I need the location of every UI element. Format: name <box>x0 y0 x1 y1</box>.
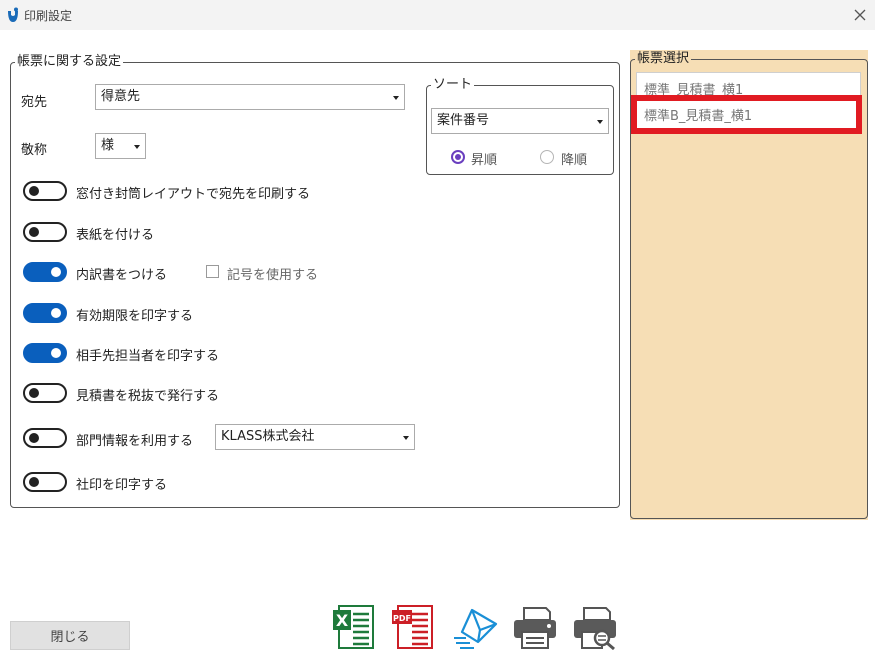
toggle-cover-page-label: 表紙を付ける <box>76 228 155 243</box>
chevron-down-icon <box>393 96 399 100</box>
window-title: 印刷設定 <box>24 9 73 23</box>
print-preview-icon[interactable] <box>572 602 618 650</box>
use-symbols-checkbox[interactable] <box>206 265 219 278</box>
sort-select-value: 案件番号 <box>437 113 490 128</box>
recipient-label: 宛先 <box>21 95 48 110</box>
toggle-cover-page[interactable] <box>23 222 67 242</box>
honorific-label: 敬称 <box>21 143 48 158</box>
toggle-company-seal-label: 社印を印字する <box>76 478 168 493</box>
toggle-department-info[interactable] <box>23 428 67 448</box>
toggle-tax-excluded[interactable] <box>23 383 67 403</box>
printer-icon[interactable] <box>512 602 558 650</box>
recipient-select-value: 得意先 <box>101 89 141 104</box>
toggle-knob <box>29 433 39 443</box>
toggle-contact-person[interactable] <box>23 343 67 363</box>
toggle-knob <box>29 388 39 398</box>
toggle-knob <box>29 227 39 237</box>
descending-radio[interactable] <box>540 150 554 164</box>
svg-text:PDF: PDF <box>393 614 411 623</box>
pdf-export-icon[interactable]: PDF <box>390 602 436 650</box>
use-symbols-label: 記号を使用する <box>227 268 319 283</box>
honorific-select[interactable]: 様 <box>95 133 146 159</box>
ascending-radio[interactable] <box>451 150 465 164</box>
toggle-knob <box>51 348 61 358</box>
recipient-select[interactable]: 得意先 <box>95 84 405 110</box>
svg-text:X: X <box>336 611 349 630</box>
toggle-window-envelope[interactable] <box>23 181 67 201</box>
toggle-expiry-date[interactable] <box>23 303 67 323</box>
mail-send-icon[interactable] <box>452 602 498 650</box>
form-select-legend: 帳票選択 <box>637 51 690 66</box>
chevron-down-icon <box>134 145 140 149</box>
sort-select[interactable]: 案件番号 <box>431 108 609 134</box>
close-icon <box>854 9 866 21</box>
toggle-breakdown-label: 内訳書をつける <box>76 268 168 283</box>
department-select-value: KLASS株式会社 <box>221 429 315 444</box>
close-button[interactable]: 閉じる <box>10 621 130 650</box>
toggle-knob <box>51 308 61 318</box>
toggle-company-seal[interactable] <box>23 472 67 492</box>
title-bar: 印刷設定 <box>0 0 875 30</box>
sort-group-legend: ソート <box>433 77 473 92</box>
honorific-select-value: 様 <box>101 138 115 153</box>
chevron-down-icon <box>597 120 603 124</box>
toggle-contact-person-label: 相手先担当者を印字する <box>76 349 220 364</box>
toggle-window-envelope-label: 窓付き封筒レイアウトで宛先を印刷する <box>76 187 311 202</box>
chevron-down-icon <box>403 436 409 440</box>
excel-export-icon[interactable]: X <box>331 602 377 650</box>
toggle-knob <box>29 186 39 196</box>
toggle-tax-excluded-label: 見積書を税抜で発行する <box>76 389 220 404</box>
toggle-department-info-label: 部門情報を利用する <box>76 434 194 449</box>
toggle-knob <box>29 477 39 487</box>
toggle-expiry-date-label: 有効期限を印字する <box>76 309 194 324</box>
selection-highlight <box>631 95 862 134</box>
descending-label: 降順 <box>561 153 588 168</box>
ascending-label: 昇順 <box>471 153 498 168</box>
app-logo-icon <box>8 7 18 22</box>
window-close-button[interactable] <box>849 4 871 26</box>
settings-group-legend: 帳票に関する設定 <box>17 54 122 69</box>
toggle-knob <box>51 267 61 277</box>
department-select[interactable]: KLASS株式会社 <box>215 424 415 450</box>
toggle-breakdown[interactable] <box>23 262 67 282</box>
